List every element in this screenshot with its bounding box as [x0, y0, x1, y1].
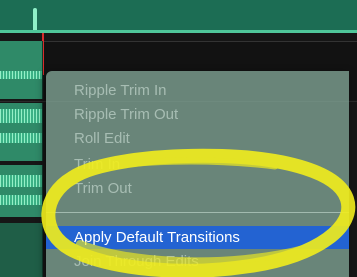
- audio-clip[interactable]: [0, 103, 43, 161]
- audio-waveform: [0, 133, 42, 143]
- menu-item-join-through-edits[interactable]: Join Through Edits: [74, 253, 199, 271]
- timeline-ruler[interactable]: [0, 0, 357, 33]
- menu-item-ripple-trim-in[interactable]: Ripple Trim In: [74, 82, 167, 100]
- audio-waveform: [0, 109, 42, 123]
- audio-clip[interactable]: [0, 41, 43, 99]
- menu-item-ripple-trim-out[interactable]: Ripple Trim Out: [74, 106, 178, 124]
- menu-item-apply-default-transitions[interactable]: Apply Default Transitions: [46, 226, 349, 249]
- audio-clip[interactable]: [0, 165, 43, 217]
- editor-screen: Ripple Trim In Ripple Trim Out Roll Edit…: [0, 0, 357, 277]
- menu-item-trim-out[interactable]: Trim Out: [74, 180, 132, 198]
- audio-clip[interactable]: [0, 223, 43, 277]
- audio-waveform: [0, 71, 42, 79]
- audio-waveform: [0, 195, 42, 205]
- menu-item-trim-in[interactable]: Trim In: [74, 156, 120, 174]
- menu-separator: [46, 212, 349, 213]
- audio-waveform: [0, 175, 42, 187]
- playhead-marker[interactable]: [33, 8, 37, 32]
- menu-item-roll-edit[interactable]: Roll Edit: [74, 130, 130, 148]
- context-menu: Ripple Trim In Ripple Trim Out Roll Edit…: [46, 71, 349, 277]
